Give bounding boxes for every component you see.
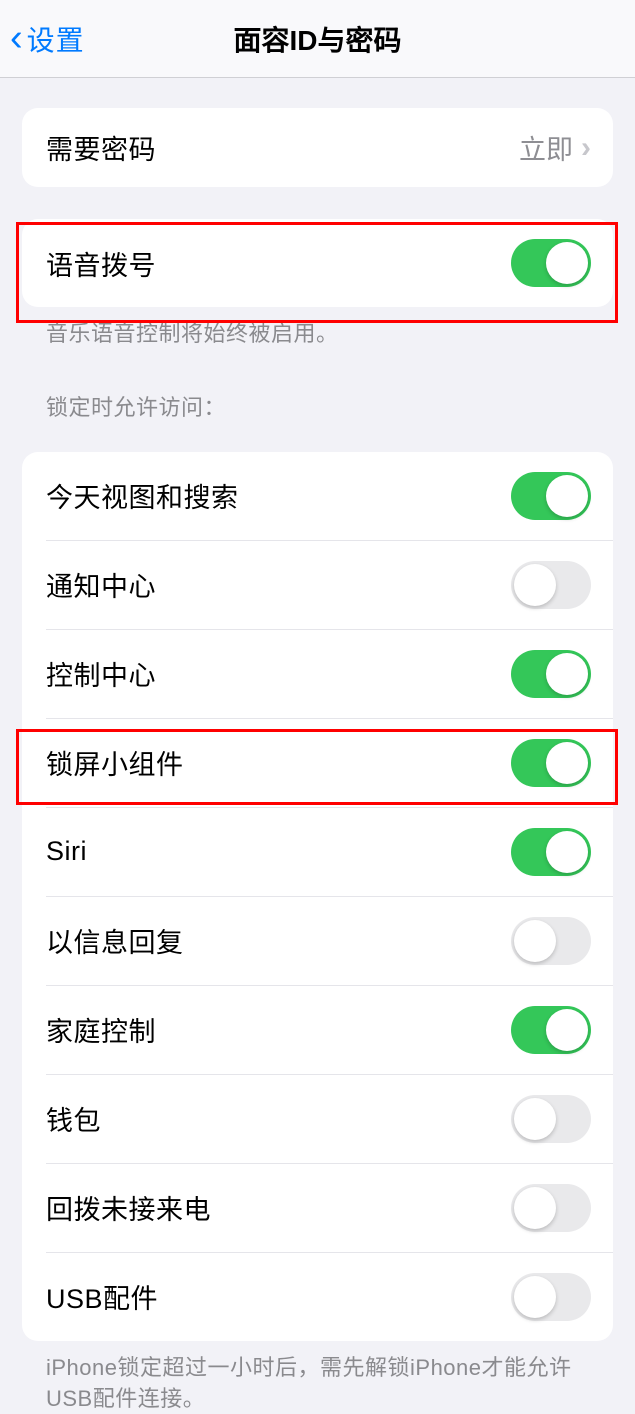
- lock-access-toggle[interactable]: [511, 472, 591, 520]
- lock-access-toggle[interactable]: [511, 1095, 591, 1143]
- lock-access-footer: iPhone锁定超过一小时后，需先解锁iPhone才能允许USB配件连接。: [22, 1341, 613, 1414]
- lock-access-row: 钱包: [46, 1074, 613, 1163]
- lock-access-label: 控制中心: [46, 654, 156, 693]
- lock-access-label: 回拨未接来电: [46, 1188, 211, 1227]
- lock-access-label: 通知中心: [46, 565, 156, 604]
- voice-dial-group: 语音拨号: [22, 219, 613, 307]
- lock-access-toggle[interactable]: [511, 828, 591, 876]
- lock-access-label: 以信息回复: [46, 921, 184, 960]
- lock-access-label: 锁屏小组件: [46, 743, 184, 782]
- lock-access-toggle[interactable]: [511, 739, 591, 787]
- voice-dial-footer: 音乐语音控制将始终被启用。: [22, 307, 613, 350]
- lock-access-toggle[interactable]: [511, 650, 591, 698]
- lock-access-row: 回拨未接来电: [46, 1163, 613, 1252]
- lock-access-label: 家庭控制: [46, 1010, 156, 1049]
- lock-access-toggle[interactable]: [511, 561, 591, 609]
- lock-access-row: Siri: [46, 807, 613, 896]
- require-passcode-value: 立即: [519, 128, 573, 167]
- page-title: 面容ID与密码: [233, 19, 401, 59]
- lock-access-toggle[interactable]: [511, 1006, 591, 1054]
- voice-dial-label: 语音拨号: [46, 244, 156, 283]
- back-button[interactable]: ‹ 设置: [0, 17, 85, 60]
- chevron-right-icon: ›: [581, 131, 591, 165]
- voice-dial-row: 语音拨号: [22, 219, 613, 307]
- require-passcode-row[interactable]: 需要密码 立即 ›: [22, 108, 613, 187]
- lock-access-row: USB配件: [46, 1252, 613, 1341]
- lock-access-toggle[interactable]: [511, 917, 591, 965]
- chevron-left-icon: ‹: [10, 17, 23, 60]
- voice-dial-toggle[interactable]: [511, 239, 591, 287]
- lock-access-row: 通知中心: [46, 540, 613, 629]
- lock-access-group: 今天视图和搜索通知中心控制中心锁屏小组件 Siri 以信息回复家庭控制钱包回拨未接来…: [22, 452, 613, 1341]
- lock-access-label: Siri: [46, 836, 87, 867]
- lock-access-row: 家庭控制: [46, 985, 613, 1074]
- lock-access-row: 锁屏小组件: [46, 718, 613, 807]
- lock-access-label: 今天视图和搜索: [46, 476, 239, 515]
- lock-access-row: 控制中心: [46, 629, 613, 718]
- lock-access-row: 今天视图和搜索: [22, 452, 613, 540]
- lock-access-label: USB配件: [46, 1277, 158, 1316]
- lock-access-row: 以信息回复: [46, 896, 613, 985]
- lock-access-toggle[interactable]: [511, 1273, 591, 1321]
- back-label: 设置: [27, 19, 85, 59]
- lock-access-label: 钱包: [46, 1099, 101, 1138]
- lock-access-toggle[interactable]: [511, 1184, 591, 1232]
- row-value-container: 立即 ›: [519, 128, 591, 167]
- lock-access-header: 锁定时允许访问：: [22, 350, 613, 434]
- require-passcode-label: 需要密码: [46, 128, 156, 167]
- require-passcode-group: 需要密码 立即 ›: [22, 108, 613, 187]
- navigation-bar: ‹ 设置 面容ID与密码: [0, 0, 635, 78]
